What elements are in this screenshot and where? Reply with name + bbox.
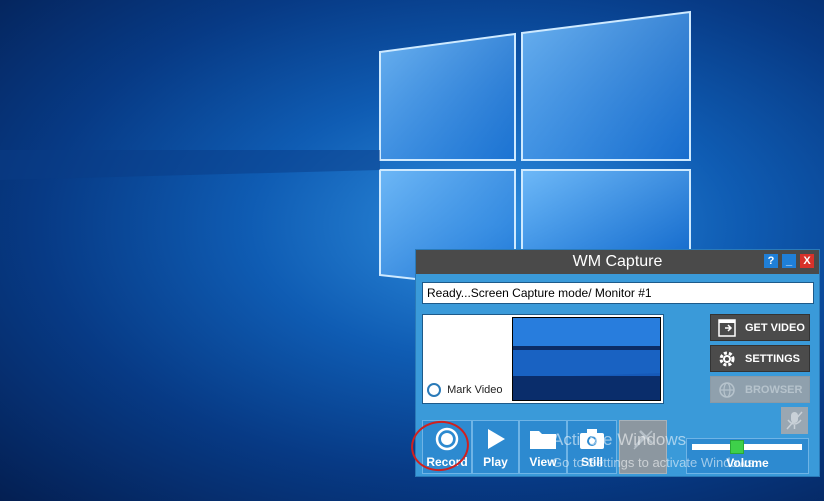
radio-circle-icon[interactable] <box>427 383 441 397</box>
status-field: Ready...Screen Capture mode/ Monitor #1 <box>422 282 814 304</box>
browser-label: BROWSER <box>745 384 803 396</box>
play-button[interactable]: Play <box>472 420 519 474</box>
preview-image <box>513 318 660 400</box>
mark-video-option[interactable]: Mark Video <box>427 383 503 397</box>
activate-windows-title: Activate Windows <box>552 430 687 449</box>
volume-slider-knob[interactable] <box>730 440 744 454</box>
help-button[interactable]: ? <box>764 254 778 268</box>
preview-panel: Mark Video <box>422 314 664 404</box>
microphone-mute-button[interactable] <box>781 407 808 434</box>
settings-label: SETTINGS <box>745 353 801 365</box>
minimize-button[interactable]: _ <box>782 254 796 268</box>
capture-preview-thumbnail <box>512 317 661 401</box>
globe-icon <box>719 382 735 398</box>
mark-video-label: Mark Video <box>447 383 503 396</box>
window-title: WM Capture <box>572 253 663 270</box>
get-video-button[interactable]: GET VIDEO <box>710 314 810 341</box>
volume-slider-track[interactable] <box>692 440 802 454</box>
play-icon <box>487 429 505 449</box>
activate-windows-subtitle: Go to Settings to activate Windows. <box>552 455 758 470</box>
settings-button[interactable]: SETTINGS <box>710 345 810 372</box>
gear-icon <box>719 351 735 367</box>
title-bar[interactable]: WM Capture ? _ X <box>416 250 819 274</box>
muted-microphone-icon <box>786 411 803 430</box>
get-video-label: GET VIDEO <box>745 322 805 334</box>
close-button[interactable]: X <box>800 254 814 268</box>
browser-button[interactable]: BROWSER <box>710 376 810 403</box>
import-video-icon <box>718 319 736 337</box>
play-label: Play <box>483 455 508 469</box>
